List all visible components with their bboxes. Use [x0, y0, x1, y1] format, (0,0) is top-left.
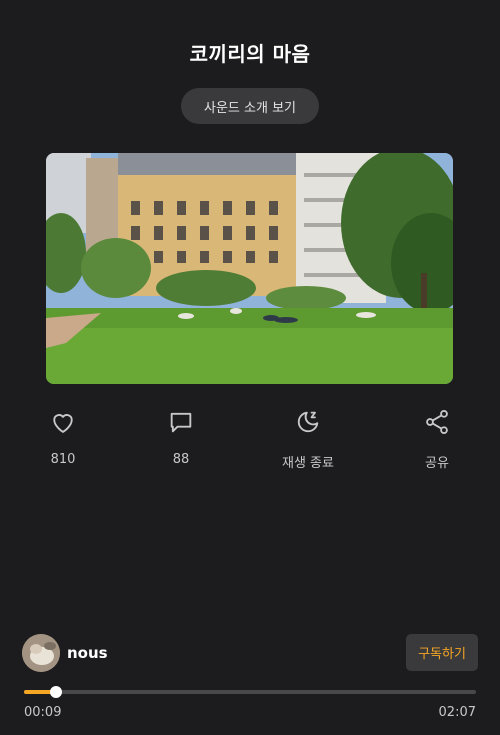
share-label: 공유 [425, 456, 449, 471]
comment-button[interactable]: 88 [131, 405, 231, 467]
progress-bar[interactable] [24, 686, 476, 698]
share-button[interactable]: 공유 [387, 405, 487, 471]
cover-image [46, 153, 453, 384]
like-count: 810 [50, 452, 76, 467]
heart-icon [46, 405, 80, 439]
sound-intro-button[interactable]: 사운드 소개 보기 [181, 88, 319, 124]
creator-name[interactable]: nous [67, 644, 108, 662]
subscribe-button[interactable]: 구독하기 [406, 634, 478, 671]
comment-count: 88 [172, 452, 190, 467]
like-button[interactable]: 810 [13, 405, 113, 467]
creator-row: nous 구독하기 [22, 634, 478, 672]
comment-icon [164, 405, 198, 439]
page-title: 코끼리의 마음 [189, 42, 311, 66]
moon-zzz-icon [291, 405, 325, 439]
action-bar: 810 88 재생 종료 공유 [0, 405, 500, 475]
sleep-timer-label: 재생 종료 [282, 456, 334, 471]
avatar[interactable] [22, 634, 60, 672]
progress-thumb[interactable] [50, 686, 63, 698]
sleep-timer-button[interactable]: 재생 종료 [258, 405, 358, 471]
total-time: 02:07 [438, 705, 476, 720]
current-time: 00:09 [24, 705, 62, 720]
share-icon [420, 405, 454, 439]
